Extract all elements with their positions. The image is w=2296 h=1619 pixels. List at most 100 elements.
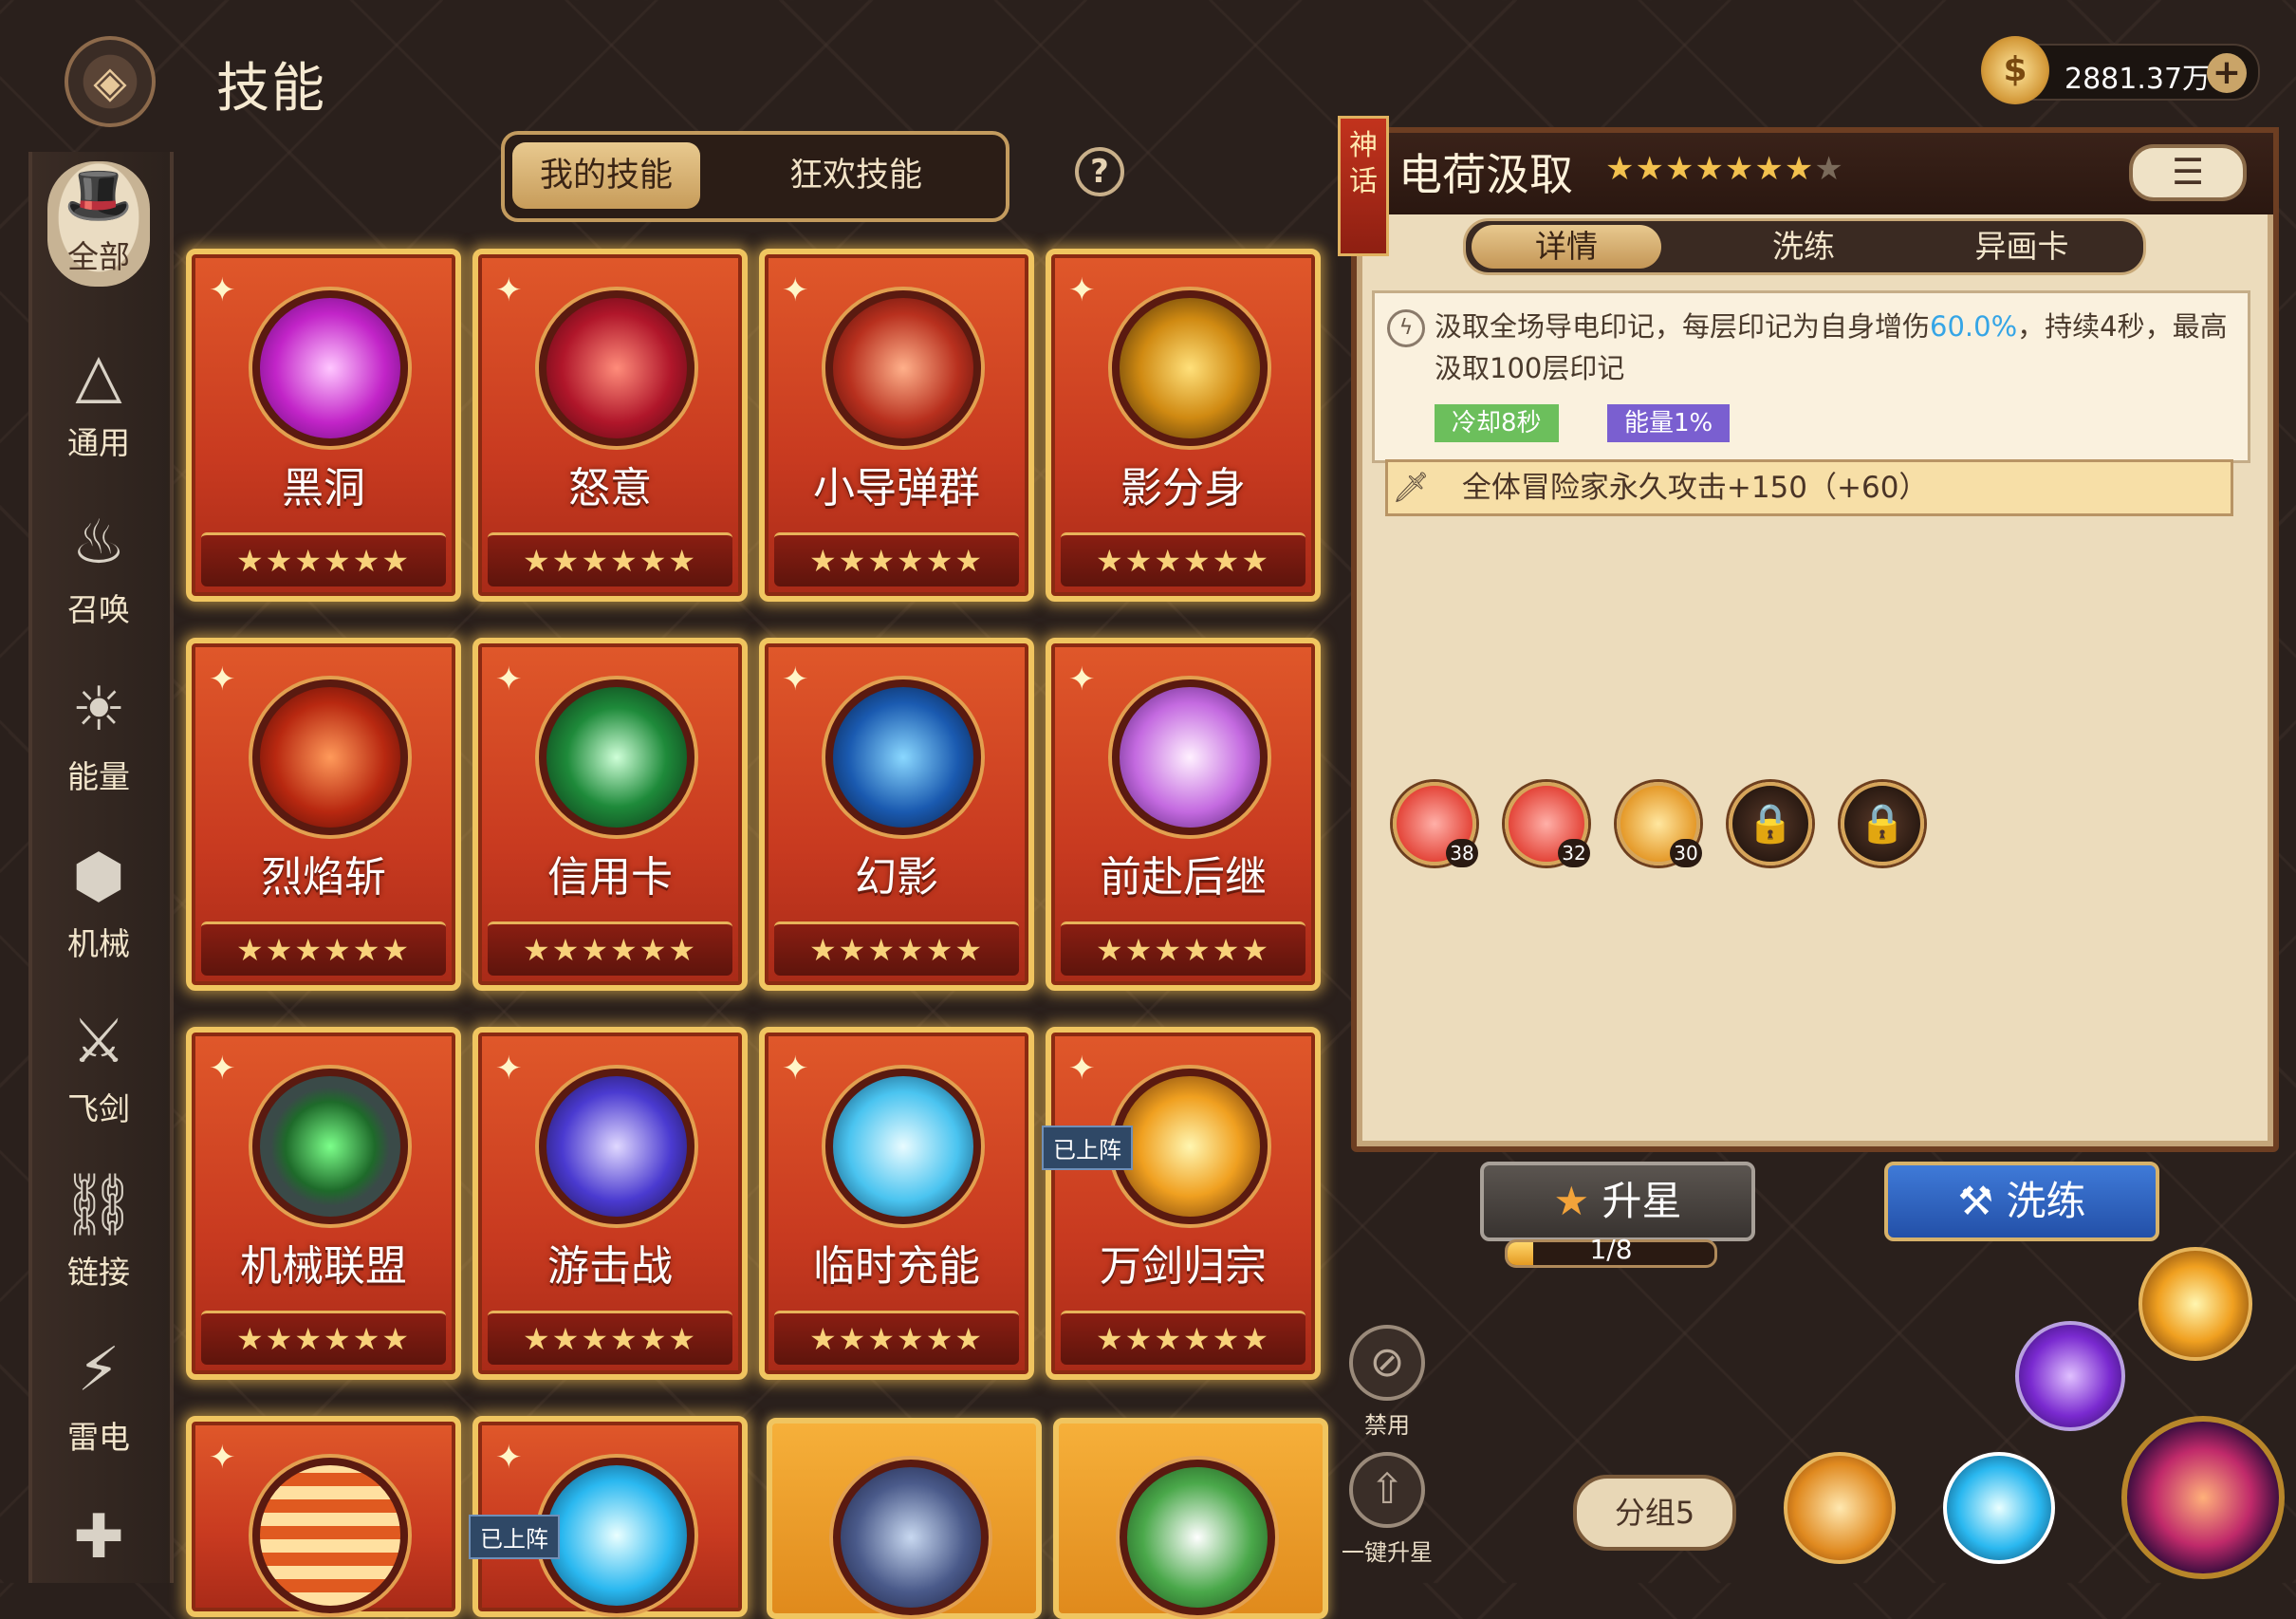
flying-sword-icon: ⚔: [71, 1007, 126, 1077]
lightning-sword-icon: ⚡: [77, 1335, 120, 1405]
skill-stars: ★★★★★★: [488, 921, 732, 976]
skill-card[interactable]: [1053, 1418, 1328, 1619]
lock-icon: 🔒: [1747, 802, 1794, 846]
category-all[interactable]: 🎩 全部: [47, 161, 150, 287]
triangle-rune-icon: △: [75, 341, 122, 411]
filled-stars: ★★★★★★★: [1605, 150, 1815, 188]
tab-my-skills[interactable]: 我的技能: [512, 142, 700, 209]
category-more[interactable]: ✚: [38, 1499, 159, 1575]
rune-slot[interactable]: 32: [1505, 782, 1590, 867]
subtab-details[interactable]: 详情: [1472, 225, 1661, 269]
skill-orb: [252, 1458, 408, 1613]
skill-stars: ★★★★★★: [488, 532, 732, 586]
deployed-badge: 已上阵: [1042, 1126, 1133, 1170]
category-mechanical[interactable]: ⬢ 机械: [38, 839, 159, 981]
one-click-star-up-button[interactable]: ⇧ 一键升星: [1336, 1452, 1438, 1567]
skill-card[interactable]: ✦ 机械联盟 ★★★★★★: [186, 1027, 461, 1380]
up-arrow-icon: ⇧: [1349, 1452, 1425, 1528]
skill-stars: ★★★★★★: [201, 532, 446, 586]
skill-orb: [833, 1460, 989, 1615]
skill-orb: [252, 1069, 408, 1224]
skill-card[interactable]: ✦ 临时充能 ★★★★★★: [759, 1027, 1034, 1380]
tab-carnival-skills[interactable]: 狂欢技能: [751, 142, 960, 209]
category-thunder[interactable]: ⚡ 雷电: [38, 1332, 159, 1475]
ban-icon: ⊘: [1349, 1325, 1425, 1401]
ban-button[interactable]: ⊘ 禁用: [1349, 1325, 1425, 1440]
skill-tabs: 我的技能 狂欢技能: [501, 131, 1009, 222]
skill-orb: [539, 1069, 694, 1224]
sparkle-icon: ✦: [1068, 1050, 1096, 1088]
skill-stars: ★★★★★★: [1061, 1311, 1305, 1365]
skill-card[interactable]: ✦ 烈焰斩 ★★★★★★: [186, 638, 461, 991]
skill-name: 怒意: [568, 464, 652, 512]
sparkle-icon: ✦: [495, 1050, 523, 1088]
skill-card[interactable]: ✦ 信用卡 ★★★★★★: [472, 638, 748, 991]
rune-slot[interactable]: 30: [1617, 782, 1702, 867]
skill-orb: [539, 1458, 694, 1613]
skill-name: 黑洞: [282, 464, 365, 512]
currency-amount: 2881.37万: [2065, 63, 2212, 96]
skill-card[interactable]: ✦ 幻影 ★★★★★★: [759, 638, 1034, 991]
skill-detail-panel: [1351, 127, 2279, 1152]
category-energy[interactable]: ☀ 能量: [38, 672, 159, 814]
rune-slot-locked[interactable]: 🔒: [1841, 782, 1924, 865]
category-flying-sword[interactable]: ⚔ 飞剑: [38, 1004, 159, 1146]
refine-button[interactable]: ⚒ 洗练: [1884, 1162, 2159, 1241]
hat-icon: 🎩: [64, 162, 134, 227]
star-up-button[interactable]: ★ 升星: [1480, 1162, 1755, 1241]
skill-card[interactable]: ✦ 游击战 ★★★★★★: [472, 1027, 748, 1380]
summon-flame-icon: ♨: [71, 508, 126, 578]
gear-hex-icon: ⬢: [72, 842, 125, 912]
equipped-skill-orb[interactable]: [1943, 1452, 2055, 1564]
category-link[interactable]: ⛓ 链接: [38, 1167, 159, 1310]
hammer-icon: ⚒: [1957, 1178, 1994, 1224]
back-button[interactable]: ◈: [65, 36, 156, 127]
skill-card[interactable]: ✦ 黑洞 ★★★★★★: [186, 249, 461, 602]
skill-orb: [1120, 1460, 1275, 1615]
rarity-tag: 神话: [1338, 116, 1389, 256]
page-title: 技能: [216, 58, 326, 120]
skill-orb: [1112, 679, 1268, 835]
skill-name: 烈焰斩: [261, 853, 386, 902]
skill-orb: [825, 290, 981, 446]
skill-card[interactable]: ✦ 前赴后继 ★★★★★★: [1046, 638, 1321, 991]
rune-slot[interactable]: 38: [1393, 782, 1478, 867]
sword-icon: 🗡: [1392, 471, 1430, 505]
skill-stars: ★★★★★★: [774, 1311, 1019, 1365]
skill-stars: ★★★★★★: [488, 1311, 732, 1365]
sparkle-icon: ✦: [1068, 661, 1096, 698]
skill-card[interactable]: ✦ 小导弹群 ★★★★★★: [759, 249, 1034, 602]
skill-card[interactable]: [767, 1418, 1042, 1619]
rune-slot-locked[interactable]: 🔒: [1729, 782, 1812, 865]
sparkle-icon: ✦: [209, 1439, 236, 1477]
skill-card[interactable]: ✦ 怒意 ★★★★★★: [472, 249, 748, 602]
category-summon[interactable]: ♨ 召唤: [38, 505, 159, 647]
add-currency-button[interactable]: +: [2207, 53, 2247, 93]
skill-star-rating: ★★★★★★★★: [1605, 150, 1844, 188]
skill-card[interactable]: ✦: [186, 1416, 461, 1617]
skill-orb: [252, 679, 408, 835]
list-icon: ☰: [2171, 151, 2205, 193]
equipped-skill-orb[interactable]: [1784, 1452, 1896, 1564]
skill-stars: ★★★★★★: [774, 532, 1019, 586]
group-button[interactable]: 分组5: [1573, 1475, 1736, 1551]
equipped-skill-orb[interactable]: [2015, 1321, 2125, 1431]
lightning-icon: ϟ: [1387, 309, 1425, 347]
sparkle-icon: ✦: [495, 271, 523, 309]
subtab-refine[interactable]: 洗练: [1709, 225, 1898, 269]
ultimate-skill-orb[interactable]: [2121, 1416, 2285, 1579]
skill-card[interactable]: ✦ 影分身 ★★★★★★: [1046, 249, 1321, 602]
gold-coin-icon: $: [1981, 36, 2049, 104]
sparkle-icon: ✦: [209, 1050, 236, 1088]
skill-name: 幻影: [855, 853, 938, 902]
skill-orb: [825, 679, 981, 835]
subtab-alt-art[interactable]: 异画卡: [1927, 225, 2117, 269]
sparkle-icon: ✦: [1068, 271, 1096, 309]
skill-card[interactable]: ✦ 万剑归宗 ★★★★★★: [1046, 1027, 1321, 1380]
category-general[interactable]: △ 通用: [38, 338, 159, 480]
help-button[interactable]: ?: [1075, 147, 1124, 196]
skill-orb: [252, 290, 408, 446]
list-menu-button[interactable]: ☰: [2129, 144, 2247, 201]
equipped-skill-orb[interactable]: [2139, 1247, 2252, 1361]
skill-name: 临时充能: [813, 1242, 980, 1291]
